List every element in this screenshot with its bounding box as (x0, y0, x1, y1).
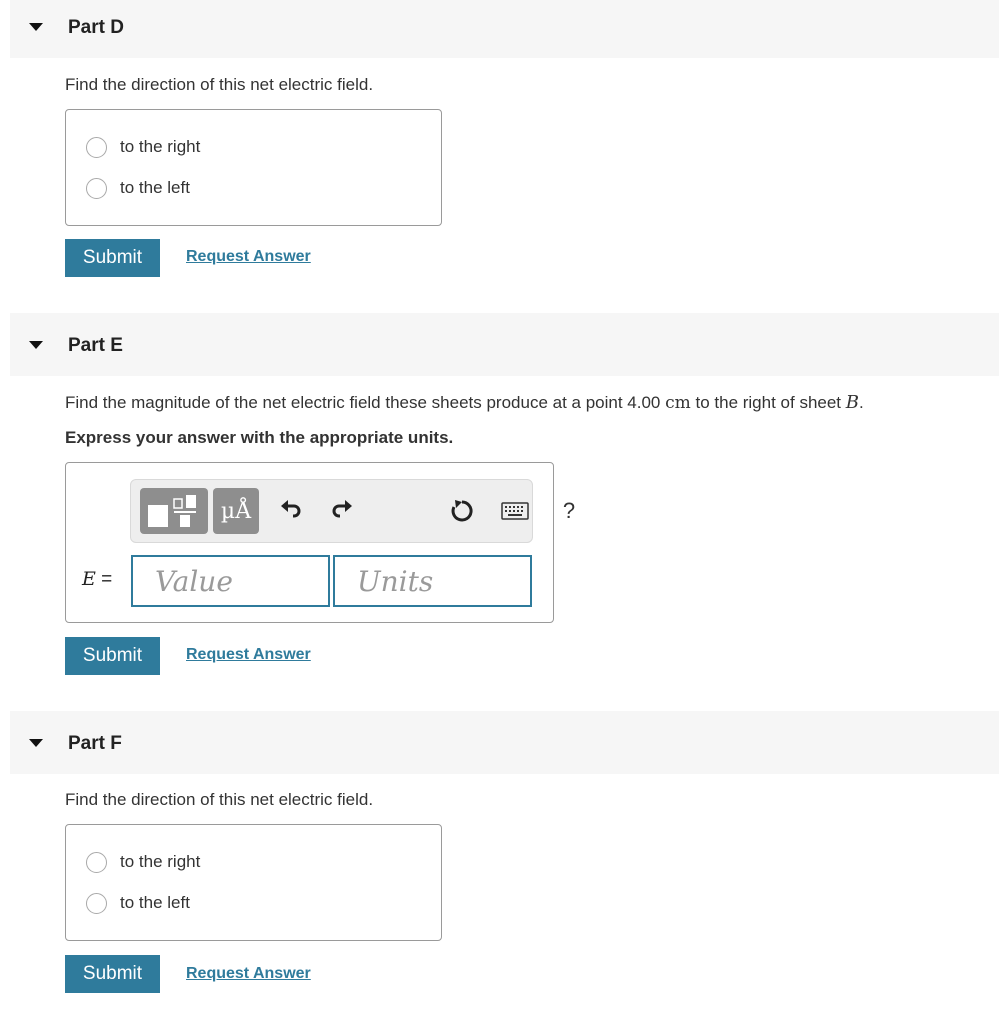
collapse-caret-icon[interactable] (29, 739, 43, 747)
value-input[interactable] (131, 555, 330, 607)
part-d-choice-right[interactable]: to the right (86, 135, 200, 159)
part-e-header[interactable]: Part E (10, 313, 999, 376)
radio-button[interactable] (86, 177, 107, 199)
part-e-submit-button[interactable]: Submit (65, 637, 160, 675)
part-f-choice-right[interactable]: to the right (86, 850, 200, 874)
prompt-text: . (858, 393, 864, 412)
part-f-prompt: Find the direction of this net electric … (65, 790, 374, 809)
part-d-title: Part D (68, 17, 124, 38)
part-e-answer-box: µÅ ? E = (65, 462, 575, 623)
part-e-title: Part E (68, 335, 123, 356)
keyboard-icon[interactable] (500, 498, 530, 524)
reset-icon[interactable] (449, 498, 475, 524)
part-d-choice-group: to the right to the left (65, 109, 442, 226)
collapse-caret-icon[interactable] (29, 23, 43, 31)
part-f-submit-button[interactable]: Submit (65, 955, 160, 993)
radio-button[interactable] (86, 892, 107, 914)
choice-label: to the right (120, 852, 201, 871)
prompt-text: Find the magnitude of the net electric f… (65, 393, 666, 412)
part-f-title: Part F (68, 733, 122, 754)
part-f-request-answer-link[interactable]: Request Answer (186, 965, 311, 983)
choice-label: to the left (120, 178, 190, 197)
part-d-choice-left[interactable]: to the left (86, 176, 190, 200)
variable-symbol: E (82, 568, 96, 590)
part-d-prompt: Find the direction of this net electric … (65, 75, 374, 94)
part-d-submit-button[interactable]: Submit (65, 239, 160, 277)
prompt-text: to the right of sheet (690, 393, 846, 412)
choice-label: to the left (120, 893, 190, 912)
units-symbols-button[interactable]: µÅ (213, 488, 259, 534)
prompt-variable: B (845, 392, 859, 413)
undo-icon[interactable] (278, 498, 304, 524)
units-input[interactable] (333, 555, 532, 607)
math-toolbar: µÅ ? (130, 479, 575, 543)
collapse-caret-icon[interactable] (29, 341, 43, 349)
choice-label: to the right (120, 137, 201, 156)
part-d-header[interactable]: Part D (10, 0, 999, 58)
part-e-instruction: Express your answer with the appropriate… (65, 428, 454, 447)
part-d-request-answer-link[interactable]: Request Answer (186, 248, 311, 266)
templates-button[interactable] (140, 488, 208, 534)
help-icon[interactable]: ? (556, 498, 582, 524)
part-f-header[interactable]: Part F (10, 711, 999, 774)
part-e-prompt: Find the magnitude of the net electric f… (65, 392, 864, 413)
redo-icon[interactable] (329, 498, 355, 524)
part-f-choice-group: to the right to the left (65, 824, 442, 941)
part-e-request-answer-link[interactable]: Request Answer (186, 646, 311, 664)
fraction-template-icon (148, 495, 196, 527)
mu-angstrom-icon: µÅ (220, 498, 252, 524)
equals-sign: = (95, 569, 113, 590)
radio-button[interactable] (86, 851, 107, 873)
part-f-choice-left[interactable]: to the left (86, 891, 190, 915)
variable-label: E = (82, 568, 112, 591)
radio-button[interactable] (86, 136, 107, 158)
prompt-unit: cm (665, 393, 691, 413)
